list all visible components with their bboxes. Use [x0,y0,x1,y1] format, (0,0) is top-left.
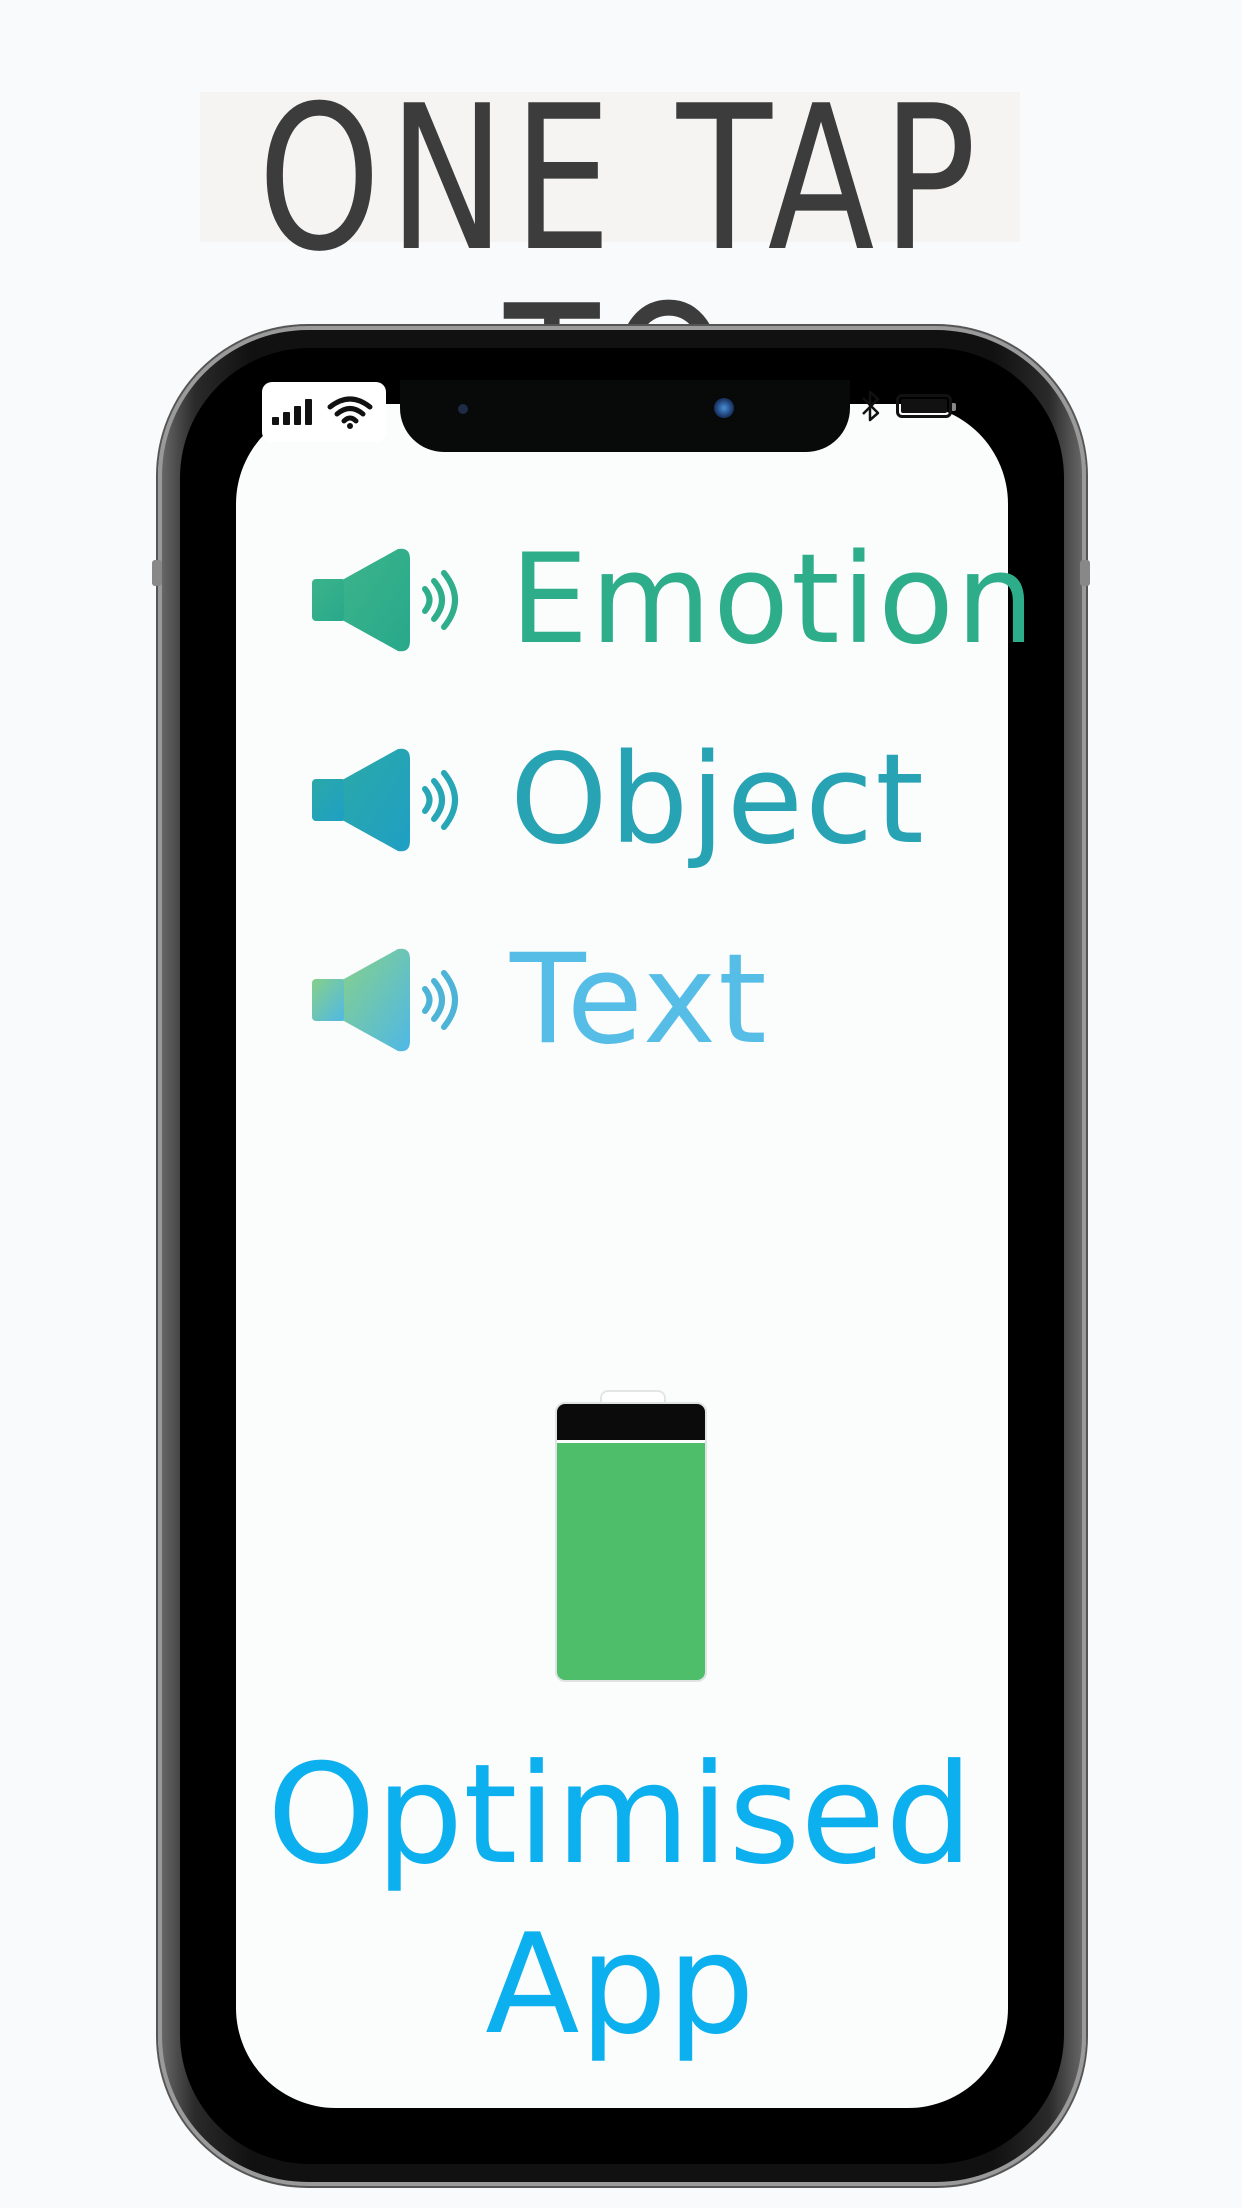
feature-object[interactable]: Object [310,728,926,872]
front-camera-icon [714,398,734,418]
feature-label-text: Text [510,928,769,1072]
status-bar-right [860,384,980,428]
status-bar-left [262,382,386,442]
phone-notch [400,380,850,452]
speaker-icon [312,748,458,852]
feature-emotion[interactable]: Emotion [310,528,1037,672]
promo-line-1: Optimised [267,1734,973,1895]
wifi-icon [327,396,373,429]
side-button [1080,560,1090,586]
speaker-icon [312,948,458,1052]
battery-empty-area [557,1404,705,1440]
earpiece-icon [458,404,468,414]
feature-label-emotion: Emotion [510,528,1037,672]
cellular-signal-icon [272,399,312,425]
battery-icon [896,394,956,418]
promo-line-2: App [485,1904,755,2065]
side-button [152,560,162,586]
bluetooth-icon [862,390,880,422]
feature-text[interactable]: Text [310,928,769,1072]
battery-level-icon [555,1402,707,1682]
feature-label-object: Object [510,728,926,872]
speaker-icon [312,548,458,652]
battery-level-fill [557,1442,705,1680]
